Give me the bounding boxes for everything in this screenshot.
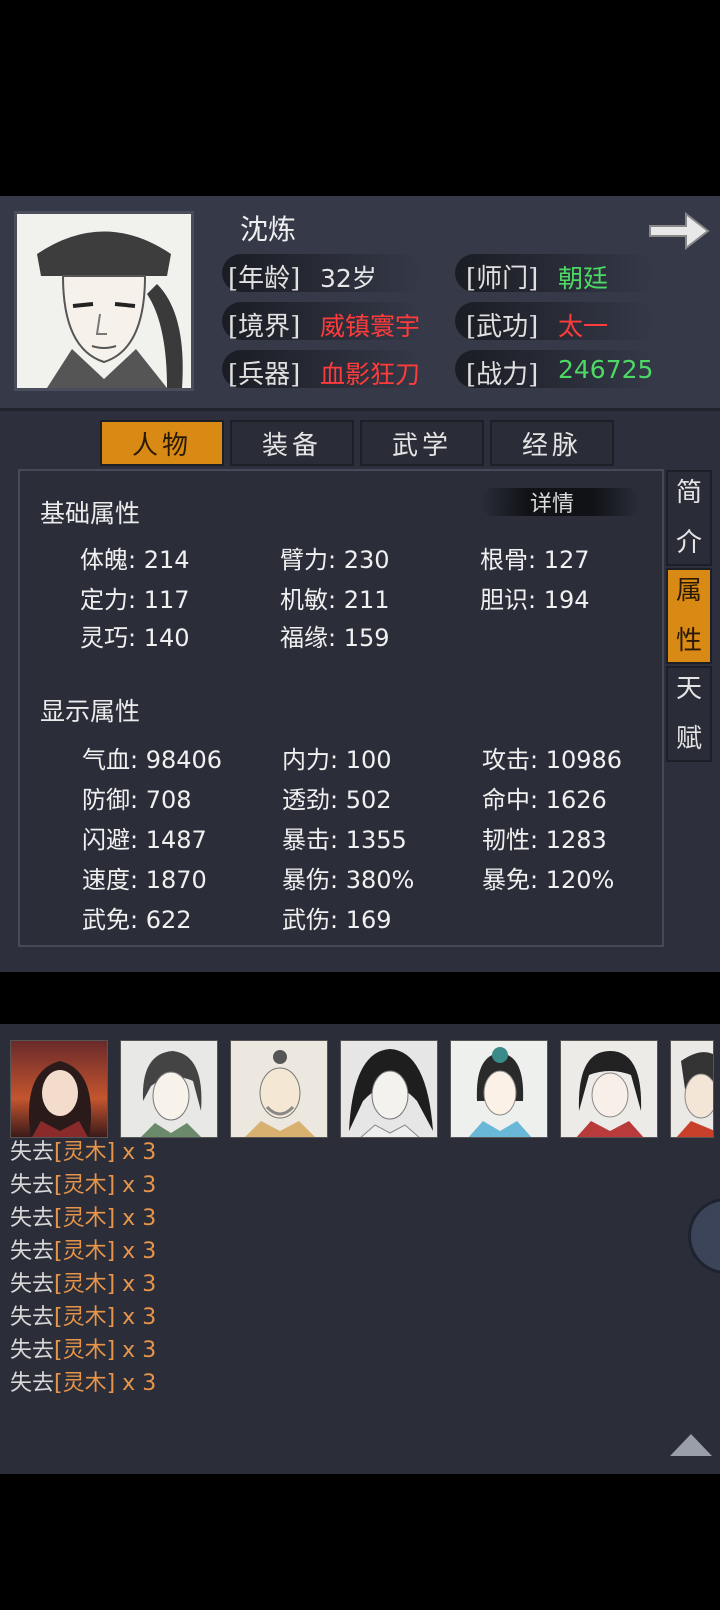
roster-avatar-5[interactable] bbox=[450, 1040, 548, 1138]
details-label: 详情 bbox=[530, 492, 575, 517]
log-line: 失去[灵木] x 3 bbox=[10, 1173, 157, 1198]
stat-jimin: 机敏: 211 bbox=[280, 586, 390, 614]
roster-avatar-1[interactable] bbox=[10, 1040, 108, 1138]
log-line: 失去[灵木] x 3 bbox=[10, 1338, 157, 1363]
power-label: [战力] bbox=[466, 360, 539, 390]
basic-attributes-title: 基础属性 bbox=[40, 499, 141, 528]
side-tab-talent[interactable]: 天 赋 bbox=[666, 666, 712, 762]
side-tab-attributes[interactable]: 属 性 bbox=[666, 568, 712, 664]
stat-internal: 内力: 100 bbox=[282, 746, 392, 774]
log-line: 失去[灵木] x 3 bbox=[10, 1272, 157, 1297]
display-attributes-title: 显示属性 bbox=[40, 697, 141, 726]
stat-penetration: 透劲: 502 bbox=[282, 786, 392, 814]
stat-tenacity: 韧性: 1283 bbox=[482, 826, 607, 854]
martial-value: 太一 bbox=[558, 312, 609, 341]
character-portrait bbox=[14, 211, 194, 391]
stat-dodge: 闪避: 1487 bbox=[82, 826, 207, 854]
roster-avatar-2[interactable] bbox=[120, 1040, 218, 1138]
log-line: 失去[灵木] x 3 bbox=[10, 1239, 157, 1264]
tab-martial-arts[interactable]: 武学 bbox=[360, 420, 484, 466]
stat-dingli: 定力: 117 bbox=[80, 586, 190, 614]
stat-speed: 速度: 1870 bbox=[82, 866, 207, 894]
stat-tipo: 体魄: 214 bbox=[80, 546, 190, 574]
tab-meridians[interactable]: 经脉 bbox=[490, 420, 614, 466]
tab-character[interactable]: 人物 bbox=[100, 420, 224, 466]
sect-value: 朝廷 bbox=[558, 264, 609, 293]
realm-label: [境界] bbox=[228, 312, 301, 342]
stat-crit-resist: 暴免: 120% bbox=[482, 866, 615, 894]
stat-lingqiao: 灵巧: 140 bbox=[80, 624, 190, 652]
stat-crit: 暴击: 1355 bbox=[282, 826, 407, 854]
stat-martial-resist: 武免: 622 bbox=[82, 906, 192, 934]
side-tab-intro[interactable]: 简 介 bbox=[666, 470, 712, 566]
stat-bili: 臂力: 230 bbox=[280, 546, 390, 574]
stat-attack: 攻击: 10986 bbox=[482, 746, 623, 774]
age-value: 32岁 bbox=[320, 264, 377, 293]
stat-defense: 防御: 708 bbox=[82, 786, 192, 814]
weapon-value: 血影狂刀 bbox=[320, 360, 421, 389]
power-value: 246725 bbox=[558, 355, 654, 384]
stat-hp: 气血: 98406 bbox=[82, 746, 223, 774]
stat-martial-damage: 武伤: 169 bbox=[282, 906, 392, 934]
roster-avatar-6[interactable] bbox=[560, 1040, 658, 1138]
log-line: 失去[灵木] x 3 bbox=[10, 1371, 157, 1396]
sect-label: [师门] bbox=[466, 264, 539, 294]
stat-crit-damage: 暴伤: 380% bbox=[282, 866, 415, 894]
log-line: 失去[灵木] x 3 bbox=[10, 1305, 157, 1330]
stat-hit: 命中: 1626 bbox=[482, 786, 607, 814]
stat-gengu: 根骨: 127 bbox=[480, 546, 590, 574]
roster-avatar-4[interactable] bbox=[340, 1040, 438, 1138]
scroll-up-icon[interactable] bbox=[670, 1434, 712, 1456]
log-line: 失去[灵木] x 3 bbox=[10, 1140, 157, 1165]
age-label: [年龄] bbox=[228, 264, 301, 294]
details-button[interactable]: 详情 bbox=[480, 482, 640, 522]
next-arrow-icon[interactable] bbox=[648, 210, 710, 252]
roster-avatar-3[interactable] bbox=[230, 1040, 328, 1138]
tab-equipment[interactable]: 装备 bbox=[230, 420, 354, 466]
character-name: 沈炼 bbox=[240, 213, 297, 246]
stat-danshi: 胆识: 194 bbox=[480, 586, 590, 614]
realm-value: 威镇寰宇 bbox=[320, 312, 421, 341]
stat-fuyuan: 福缘: 159 bbox=[280, 624, 390, 652]
weapon-label: [兵器] bbox=[228, 360, 301, 390]
martial-label: [武功] bbox=[466, 312, 539, 342]
log-line: 失去[灵木] x 3 bbox=[10, 1206, 157, 1231]
roster-avatar-7[interactable] bbox=[670, 1040, 714, 1138]
